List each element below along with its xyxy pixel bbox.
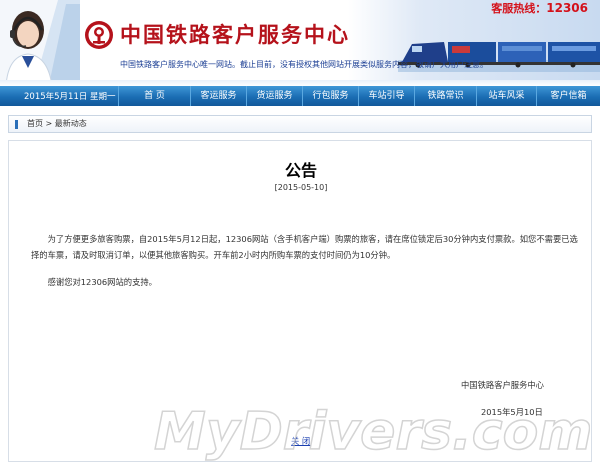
main-nav: 2015年5月11日 星期一 首 页 客运服务 货运服务 行包服务 车站引导 铁…: [0, 86, 600, 106]
nav-item-home[interactable]: 首 页: [118, 86, 190, 106]
notice-paragraph-1: 为了方便更多旅客购票，自2015年5月12日起，12306网站（含手机客户端）购…: [31, 234, 578, 260]
notice-sign-date: 2015年5月10日: [481, 407, 543, 417]
header-banner: 中国铁路客户服务中心 客服热线：12306 中国铁路客户服务中心唯一网站。截止目…: [0, 0, 600, 86]
notice-panel: 公告 [2015-05-10] 为了方便更多旅客购票，自2015年5月12日起，…: [8, 140, 592, 462]
breadcrumb-marker-icon: [15, 120, 18, 129]
breadcrumb-home-link[interactable]: 首页: [27, 119, 43, 128]
site-title: 中国铁路客户服务中心: [120, 23, 350, 47]
nav-item-station-gallery[interactable]: 站车风采: [476, 86, 536, 106]
notice-date: [2015-05-10]: [274, 183, 328, 192]
nav-item-freight-service[interactable]: 货运服务: [246, 86, 302, 106]
nav-item-railway-knowledge[interactable]: 铁路常识: [414, 86, 476, 106]
breadcrumb: 首页 > 最新动态: [27, 118, 87, 130]
breadcrumb-bar: 首页 > 最新动态: [8, 115, 592, 133]
breadcrumb-current: 最新动态: [54, 119, 87, 128]
operator-illustration: [0, 0, 80, 86]
notice-title: 公告: [284, 161, 317, 180]
nav-item-customer-mailbox[interactable]: 客户信箱: [536, 86, 600, 106]
close-link[interactable]: 关 闭: [291, 435, 310, 447]
nav-item-passenger-service[interactable]: 客运服务: [190, 86, 246, 106]
nav-item-station-guide[interactable]: 车站引导: [358, 86, 414, 106]
nav-item-parcel-service[interactable]: 行包服务: [302, 86, 358, 106]
hotline-number: 12306: [546, 1, 588, 15]
header-notice-strip: 中国铁路客户服务中心唯一网站。截止目前，没有授权其他网站开展类似服务内容，敬请广…: [120, 60, 488, 69]
notice-signature: 中国铁路客户服务中心: [461, 380, 544, 390]
hotline: 客服热线：12306: [491, 0, 588, 16]
railway-logo-icon: [85, 21, 113, 49]
notice-paragraph-2: 感谢您对12306网站的支持。: [47, 277, 157, 287]
breadcrumb-separator: >: [43, 119, 55, 128]
page: 中国铁路客户服务中心 客服热线：12306 中国铁路客户服务中心唯一网站。截止目…: [0, 0, 600, 466]
nav-date: 2015年5月11日 星期一: [24, 92, 116, 102]
hotline-label: 客服热线：: [491, 2, 547, 15]
